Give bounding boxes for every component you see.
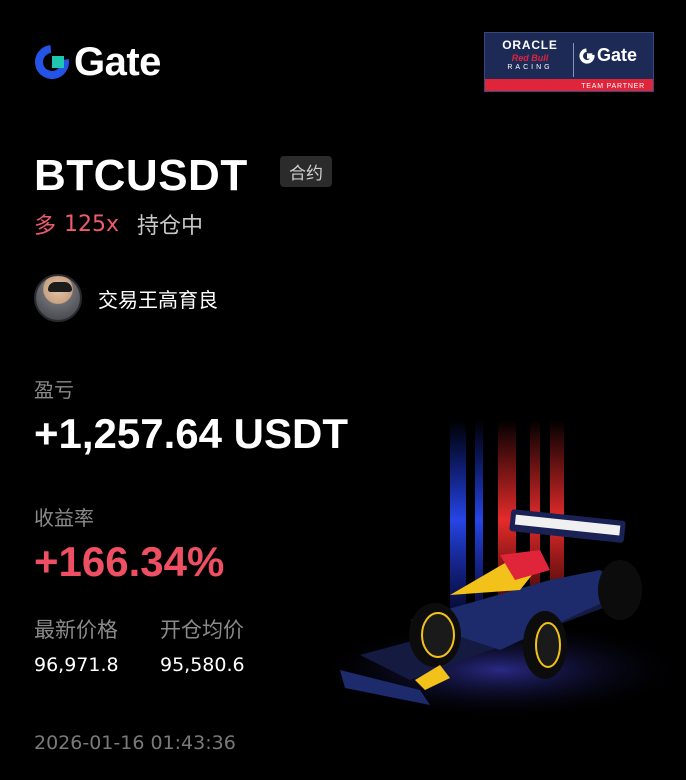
badge-gate-text: Gate bbox=[597, 45, 638, 65]
racing-text: RACING bbox=[507, 64, 553, 71]
timestamp: 2026-01-16 01:43:36 bbox=[34, 732, 236, 754]
f1-car-illustration bbox=[310, 420, 686, 720]
trader-profile: 交易王高育良 bbox=[34, 274, 218, 322]
last-price-value: 96,971.8 bbox=[34, 654, 119, 676]
last-price-label: 最新价格 bbox=[34, 618, 118, 642]
brand-name: Gate bbox=[74, 40, 161, 84]
gate-logo-icon bbox=[579, 47, 595, 64]
position-info: 多 125x 持仓中 bbox=[34, 208, 203, 240]
oracle-text: ORACLE bbox=[502, 38, 558, 52]
position-status: 持仓中 bbox=[137, 214, 204, 239]
oracle-redbull-racing-logo: ORACLE Red Bull RACING bbox=[491, 38, 569, 71]
open-price-label: 开仓均价 bbox=[160, 618, 244, 642]
badge-gate-logo: Gate bbox=[579, 45, 637, 66]
roi-value: +166.34% bbox=[34, 538, 225, 585]
roi-label: 收益率 bbox=[34, 506, 94, 530]
trading-pair: BTCUSDT bbox=[34, 151, 248, 200]
avatar bbox=[34, 274, 82, 322]
team-partner-badge: ORACLE Red Bull RACING Gate TEAM PARTNER bbox=[484, 32, 654, 92]
contract-tag: 合约 bbox=[280, 156, 332, 187]
open-price-value: 95,580.6 bbox=[160, 654, 245, 676]
trader-name: 交易王高育良 bbox=[98, 287, 218, 312]
gate-logo-icon bbox=[35, 45, 69, 79]
team-partner-text: TEAM PARTNER bbox=[581, 83, 645, 90]
redbull-text: Red Bull bbox=[511, 53, 549, 63]
pnl-label: 盈亏 bbox=[34, 378, 74, 402]
position-leverage: 125x bbox=[64, 211, 120, 237]
badge-divider bbox=[573, 43, 574, 77]
position-side: 多 bbox=[34, 214, 57, 239]
gate-logo: Gate bbox=[34, 42, 161, 82]
